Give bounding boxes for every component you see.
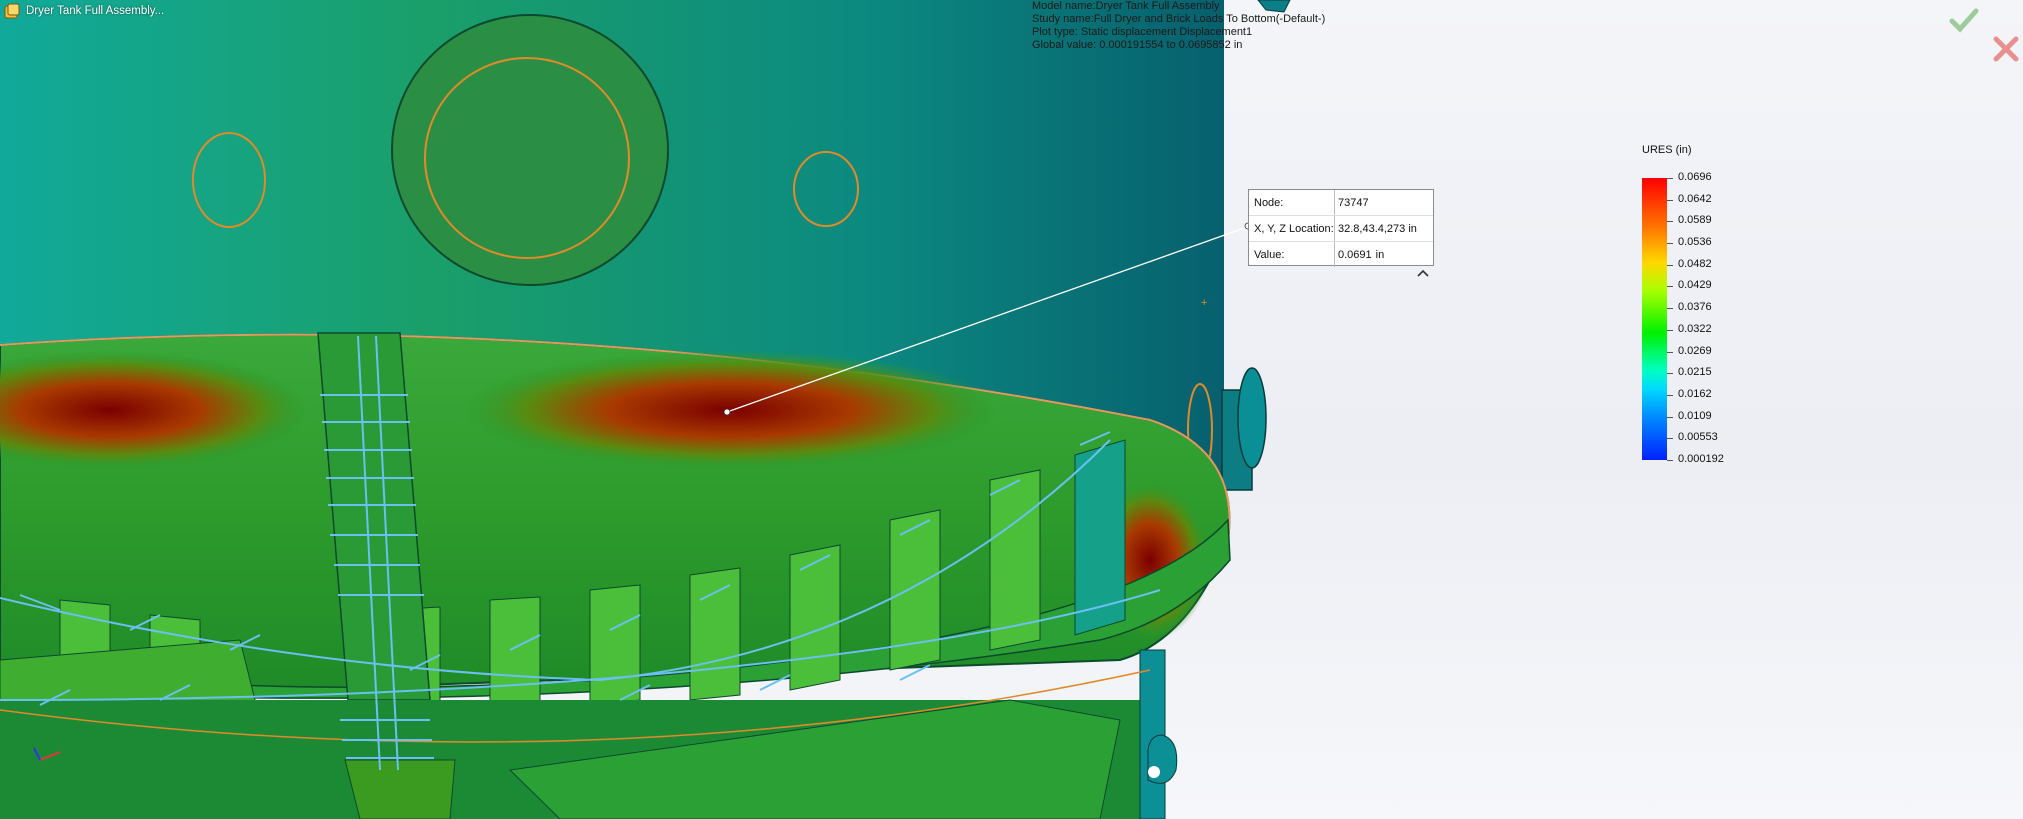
probe-value-unit: in	[1375, 248, 1385, 261]
legend-tick-label: 0.0376	[1678, 301, 1712, 314]
legend-tick-mark	[1667, 351, 1673, 353]
legend-tick-label: 0.0482	[1678, 257, 1712, 270]
probe-node-label: Node:	[1249, 190, 1335, 215]
legend-tick-label: 0.0322	[1678, 322, 1712, 335]
max-displacement-region	[460, 350, 1000, 470]
legend-tick-label: 0.0162	[1678, 387, 1712, 400]
legend-tick-mark	[1667, 286, 1673, 288]
document-title-bar[interactable]: Dryer Tank Full Assembly...	[4, 2, 164, 20]
legend-tick-label: 0.0109	[1678, 409, 1712, 422]
legend-tick-label: 0.0215	[1678, 366, 1712, 379]
legend-tick-label: 0.000192	[1678, 453, 1724, 465]
probe-value-label: Value:	[1249, 242, 1335, 267]
svg-text:+: +	[1201, 297, 1207, 309]
checkmark-icon[interactable]	[1948, 4, 1980, 36]
probe-node-value: 73747	[1338, 196, 1369, 209]
probe-value-row: Value: 0.0691 in	[1249, 241, 1433, 267]
probe-value: 0.0691	[1338, 248, 1372, 261]
legend-tick-label: 0.00553	[1678, 431, 1718, 444]
document-title: Dryer Tank Full Assembly...	[26, 5, 165, 17]
legend-tick-label: 0.0536	[1678, 236, 1712, 249]
legend-tick-mark	[1667, 308, 1673, 310]
manway-flange	[391, 14, 669, 286]
plot-type: Plot type: Static displacement Displacem…	[1032, 26, 1253, 38]
legend-tick-mark	[1667, 416, 1673, 418]
chevron-up-icon[interactable]	[1416, 268, 1430, 278]
probe-location-label: X, Y, Z Location:	[1249, 216, 1335, 241]
color-legend[interactable]: URES (in) 0.0696 0.0642 0.0589 0.0536 0.0482…	[1642, 140, 1762, 520]
legend-color-bar	[1642, 178, 1667, 460]
probe-result-tooltip: Node: 73747 X, Y, Z Location: 32.8,43.4,…	[1248, 189, 1434, 267]
global-value: Global value: 0.000191554 to 0.0695852 i…	[1032, 39, 1243, 51]
legend-tick-mark	[1667, 438, 1673, 440]
legend-tick-mark	[1667, 264, 1673, 266]
probe-node-row: Node: 73747	[1249, 190, 1433, 215]
legend-tick-label: 0.0642	[1678, 192, 1712, 205]
legend-tick-label: 0.0429	[1678, 279, 1712, 292]
study-info-block: Model name:Dryer Tank Full Assembly Stud…	[1032, 0, 1325, 52]
probe-location-row: X, Y, Z Location: 32.8,43.4,273 in	[1249, 215, 1433, 241]
legend-tick-mark	[1667, 199, 1673, 201]
legend-tick-label: 0.0589	[1678, 214, 1712, 227]
probe-location-value: 32.8,43.4,273 in	[1338, 222, 1417, 235]
model-name: Model name:Dryer Tank Full Assembly	[1032, 0, 1220, 12]
legend-tick-mark	[1667, 243, 1673, 245]
legend-tick-label: 0.0269	[1678, 344, 1712, 357]
close-icon[interactable]	[1990, 33, 2022, 65]
legend-tick-mark	[1667, 221, 1673, 223]
assembly-doc-icon	[4, 3, 20, 19]
legend-tick-mark	[1667, 178, 1673, 179]
legend-tick-mark	[1667, 394, 1673, 396]
legend-title: URES (in)	[1642, 144, 1692, 156]
legend-tick-label: 0.0696	[1678, 171, 1712, 183]
legend-tick-mark	[1667, 373, 1673, 375]
legend-tick-mark	[1667, 329, 1673, 331]
study-name: Study name:Full Dryer and Brick Loads To…	[1032, 13, 1326, 25]
legend-tick-mark	[1667, 460, 1673, 461]
